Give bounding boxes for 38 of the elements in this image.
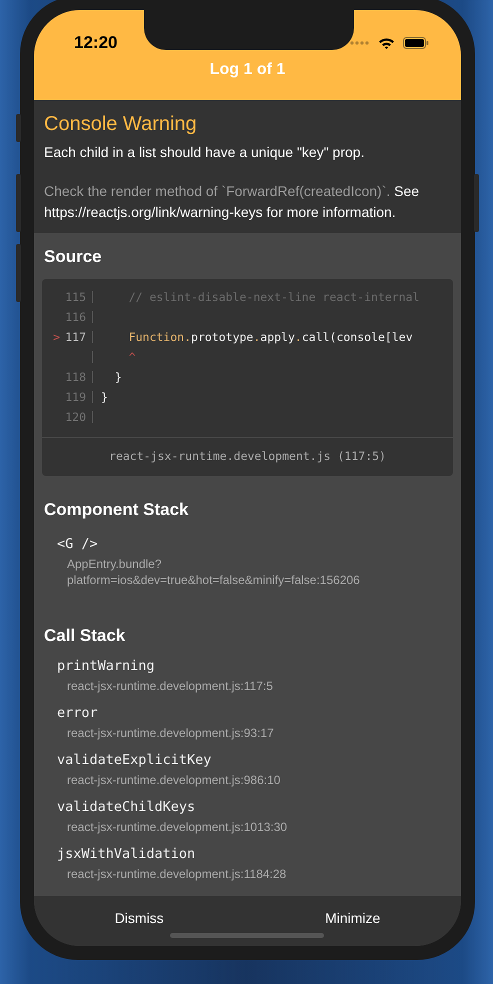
header-title: Log 1 of 1 — [208, 60, 286, 80]
code-line: } — [101, 389, 108, 406]
stack-frame-name[interactable]: validateChildKeys — [57, 798, 196, 818]
source-file-label: react-jsx-runtime.development.js (117:5) — [42, 437, 453, 476]
line-number: 118 — [64, 369, 86, 386]
line-number: 117 — [64, 329, 86, 346]
code-line: // eslint-disable-next-line react-internal — [128, 289, 420, 306]
code-line: ^ — [128, 349, 136, 366]
line-number: 116 — [64, 309, 86, 326]
current-line-pointer: > — [52, 329, 61, 346]
warning-message: Each child in a list should have a unique "key" prop. — [44, 143, 366, 162]
warning-detail: Check the render method of `ForwardRef(createdIcon)`. See https://reactjs.org/link/warning-keys for more information. — [44, 182, 420, 222]
line-number: 120 — [64, 409, 86, 426]
code-line: Function.prototype.apply.call(console[lev — [128, 329, 413, 346]
warning-title: Console Warning — [44, 112, 198, 136]
stack-frame-location: react-jsx-runtime.development.js:1013:30 — [67, 819, 288, 836]
stack-frame-location: react-jsx-runtime.development.js:986:10 — [67, 772, 282, 788]
component-location: AppEntry.bundle?platform=ios&dev=true&hot=false&minify=false:156206 — [67, 556, 361, 588]
dismiss-button[interactable]: Dismiss — [104, 906, 174, 931]
component-name: <G /> — [57, 535, 98, 554]
stack-frame-name[interactable]: error — [57, 704, 98, 724]
signal-icon — [350, 41, 370, 45]
stack-frame-location: react-jsx-runtime.development.js:93:17 — [67, 725, 275, 742]
code-line: } — [114, 369, 122, 386]
wifi-icon — [378, 37, 395, 49]
section-heading: Component Stack — [44, 500, 190, 520]
section-heading: Source — [44, 247, 103, 268]
line-number: 115 — [64, 289, 86, 306]
minimize-button[interactable]: Minimize — [315, 906, 390, 931]
stack-frame-location: react-jsx-runtime.development.js:117:5 — [67, 678, 274, 694]
line-number: 119 — [64, 389, 86, 406]
stack-frame-location: react-jsx-runtime.development.js:1184:28 — [67, 866, 288, 882]
status-time: 12:20 — [74, 32, 118, 54]
stack-frame-name[interactable]: validateExplicitKey — [57, 751, 212, 770]
stack-frame-name[interactable]: jsxWithValidation — [57, 845, 196, 864]
section-heading: Call Stack — [44, 626, 126, 646]
stack-frame-name[interactable]: printWarning — [57, 657, 155, 676]
battery-icon — [403, 37, 429, 49]
